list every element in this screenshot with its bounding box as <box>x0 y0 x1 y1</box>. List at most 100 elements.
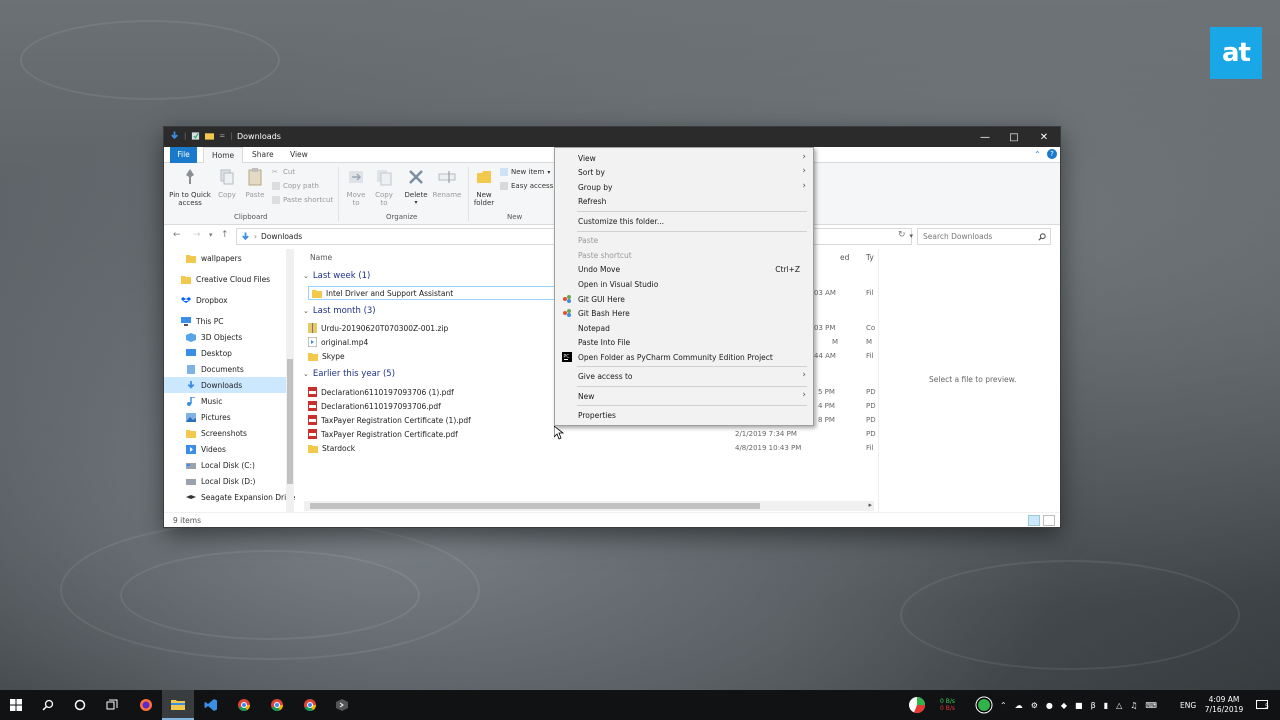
tab-home[interactable]: Home <box>203 147 244 164</box>
file-row[interactable]: TaxPayer Registration Certificate.pdf <box>308 427 458 441</box>
group-header-last-month[interactable]: ⌄ Last month (3) <box>303 306 376 316</box>
breadcrumb[interactable]: Downloads <box>261 232 302 241</box>
menu-item-new[interactable]: New › <box>556 389 812 403</box>
customize-qa-icon[interactable]: = <box>219 132 225 140</box>
cut-button[interactable]: ✂ Cut <box>272 168 295 176</box>
nav-item-local-disk-c[interactable]: Local Disk (C:) <box>164 457 255 473</box>
menu-item-sort-by[interactable]: Sort by › <box>556 165 812 179</box>
rename-button[interactable]: Rename <box>432 167 462 199</box>
recent-locations-icon[interactable]: ▾ <box>209 231 213 239</box>
minimize-button[interactable]: — <box>970 127 1000 147</box>
droplet-icon[interactable]: ● <box>1046 701 1053 710</box>
file-row[interactable]: Skype <box>308 349 345 363</box>
menu-item-properties[interactable]: Properties <box>556 408 812 422</box>
tab-file[interactable]: File <box>170 147 197 163</box>
menu-item-open-visual-studio[interactable]: Open in Visual Studio <box>556 277 812 291</box>
nav-item-desktop[interactable]: Desktop <box>164 345 232 361</box>
copy-path-button[interactable]: Copy path <box>272 182 319 190</box>
properties-icon[interactable] <box>191 131 200 141</box>
tab-view[interactable]: View <box>282 147 316 163</box>
menu-item-open-pycharm[interactable]: PC Open Folder as PyCharm Community Edit… <box>556 350 812 364</box>
nav-item-videos[interactable]: Videos <box>164 441 226 457</box>
menu-item-customize-folder[interactable]: Customize this folder... <box>556 214 812 228</box>
chevron-up-icon[interactable]: ⌃ <box>1000 701 1007 710</box>
start-button[interactable] <box>0 690 32 720</box>
file-row[interactable]: Declaration6110197093706.pdf <box>308 399 441 413</box>
menu-item-git-gui[interactable]: Git GUI Here <box>556 292 812 306</box>
menu-item-git-bash[interactable]: Git Bash Here <box>556 306 812 320</box>
notification-center[interactable]: 5 <box>1252 690 1272 720</box>
file-row[interactable]: Intel Driver and Support Assistant <box>308 286 560 300</box>
file-row[interactable]: Stardock <box>308 441 355 455</box>
nav-item-dropbox[interactable]: Dropbox <box>164 292 228 308</box>
scrollbar-thumb[interactable] <box>310 503 760 509</box>
copy-to-button[interactable]: Copy to <box>370 167 398 207</box>
scrollbar-thumb[interactable] <box>287 359 293 484</box>
file-row[interactable]: Urdu-20190620T070300Z-001.zip <box>308 321 448 335</box>
nav-item-wallpapers[interactable]: wallpapers <box>164 250 242 266</box>
taskbar-firefox[interactable] <box>130 690 162 720</box>
battery-icon[interactable]: ▮ <box>1104 701 1108 710</box>
search-input[interactable]: Search Downloads <box>917 228 1051 245</box>
nav-item-3d-objects[interactable]: 3D Objects <box>164 329 242 345</box>
file-row[interactable]: TaxPayer Registration Certificate (1).pd… <box>308 413 471 427</box>
language-indicator[interactable]: ENG <box>1180 690 1196 720</box>
up-arrow-icon[interactable]: ↑ <box>221 230 229 240</box>
menu-item-group-by[interactable]: Group by › <box>556 180 812 194</box>
navigation-scrollbar[interactable] <box>286 249 294 512</box>
back-arrow-icon[interactable]: ← <box>173 230 181 240</box>
taskbar-visual-studio[interactable] <box>195 690 227 720</box>
paste-button[interactable]: Paste <box>242 167 268 199</box>
taskbar-chrome-2[interactable] <box>261 690 293 720</box>
nav-item-screenshots[interactable]: Screenshots <box>164 425 247 441</box>
nav-item-seagate-drive[interactable]: Seagate Expansion Drive <box>164 489 295 505</box>
file-row[interactable]: original.mp4 <box>308 335 368 349</box>
usb-icon[interactable]: ■ <box>1075 701 1083 710</box>
download-icon[interactable] <box>170 131 179 141</box>
nav-item-this-pc[interactable]: This PC <box>164 313 223 329</box>
details-view-icon[interactable] <box>1028 515 1040 526</box>
delete-button[interactable]: Delete ▾ <box>402 167 430 207</box>
steam-icon[interactable]: ⚙ <box>1031 701 1038 710</box>
easy-access-button[interactable]: Easy access <box>500 182 553 190</box>
maximize-button[interactable]: □ <box>999 127 1029 147</box>
menu-item-undo-move[interactable]: Undo Move Ctrl+Z <box>556 262 812 276</box>
menu-item-refresh[interactable]: Refresh <box>556 194 812 208</box>
keyboard-icon[interactable]: ⌨ <box>1145 701 1157 710</box>
search-button[interactable] <box>32 690 64 720</box>
move-to-button[interactable]: Move to <box>342 167 370 207</box>
paste-shortcut-button[interactable]: Paste shortcut <box>272 196 333 204</box>
group-header-earlier-this-year[interactable]: ⌄ Earlier this year (5) <box>303 369 395 379</box>
pin-to-quick-access-button[interactable]: Pin to Quick access <box>168 167 212 207</box>
new-folder-button[interactable]: New folder <box>470 167 498 207</box>
nav-item-local-disk-d[interactable]: Local Disk (D:) <box>164 473 255 489</box>
column-header-name[interactable]: Name <box>310 253 332 262</box>
address-dropdown-icon[interactable]: ▾ <box>909 232 913 240</box>
new-item-button[interactable]: New item ▾ <box>500 168 550 176</box>
menu-item-view[interactable]: View › <box>556 151 812 165</box>
group-header-last-week[interactable]: ⌄ Last week (1) <box>303 271 370 281</box>
nav-item-documents[interactable]: Documents <box>164 361 244 377</box>
forward-arrow-icon[interactable]: → <box>193 230 201 240</box>
taskbar-chrome-3[interactable] <box>294 690 326 720</box>
nav-item-music[interactable]: Music <box>164 393 222 409</box>
tab-share[interactable]: Share <box>244 147 282 163</box>
taskbar-terminal[interactable] <box>326 690 358 720</box>
chevron-right-icon[interactable]: ▸ <box>868 501 872 509</box>
new-folder-icon[interactable] <box>205 131 215 141</box>
system-clock[interactable]: 4:09 AM 7/16/2019 <box>1200 695 1248 715</box>
menu-item-give-access-to[interactable]: Give access to › <box>556 369 812 383</box>
nav-item-downloads[interactable]: Downloads <box>164 377 286 393</box>
tray-cpu-meter[interactable] <box>975 690 993 720</box>
column-header-date[interactable]: ed <box>840 253 849 262</box>
network-icon[interactable]: △ <box>1116 701 1122 710</box>
tray-network-gauge[interactable] <box>908 690 926 720</box>
bluetooth-icon[interactable]: β <box>1091 701 1096 710</box>
chevron-up-icon[interactable]: ⌃ <box>1034 150 1041 159</box>
horizontal-scrollbar[interactable]: ▸ <box>304 501 874 511</box>
nav-item-creative-cloud[interactable]: Creative Cloud Files <box>164 271 270 287</box>
menu-item-notepad[interactable]: Notepad <box>556 321 812 335</box>
task-view-button[interactable] <box>96 690 128 720</box>
close-button[interactable]: ✕ <box>1029 127 1059 147</box>
refresh-icon[interactable]: ↻ <box>898 230 906 240</box>
